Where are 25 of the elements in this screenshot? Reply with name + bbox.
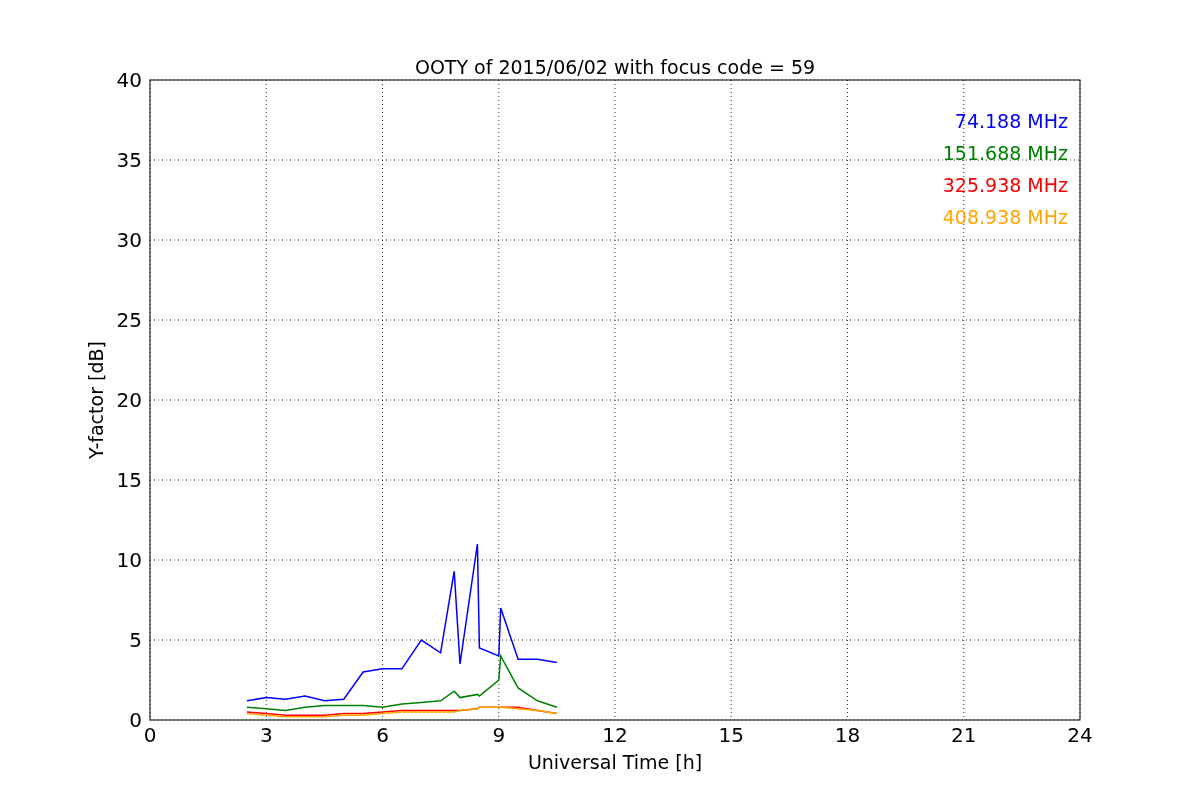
tick-label: 21 — [951, 723, 977, 747]
tick-label: 5 — [129, 628, 142, 652]
tick-label: 40 — [116, 68, 142, 92]
tick-label: 15 — [116, 468, 142, 492]
y-axis-label: Y-factor [dB] — [85, 341, 107, 459]
tick-label: 9 — [492, 723, 506, 747]
tick-label: 0 — [143, 723, 157, 747]
tick-label: 15 — [718, 723, 744, 747]
tick-label: 6 — [376, 723, 389, 747]
tick-label: 10 — [116, 548, 142, 572]
tick-label: 25 — [116, 308, 142, 332]
tick-label: 35 — [116, 148, 142, 172]
tick-label: 24 — [1067, 723, 1093, 747]
x-axis-label: Universal Time [h] — [527, 751, 703, 773]
tick-label: 30 — [116, 228, 142, 252]
legend-label: 325.938 MHz — [942, 174, 1068, 196]
tick-label: 3 — [259, 723, 273, 747]
tick-label: 18 — [834, 723, 861, 747]
tick-label: 0 — [129, 708, 142, 732]
chart-title: OOTY of 2015/06/02 with focus code = 59 — [414, 56, 816, 78]
tick-label: 12 — [602, 723, 628, 747]
legend-label: 408.938 MHz — [942, 206, 1068, 228]
legend-label: 151.688 MHz — [942, 142, 1068, 164]
legend-label: 74.188 MHz — [954, 110, 1068, 132]
tick-label: 20 — [116, 388, 142, 412]
